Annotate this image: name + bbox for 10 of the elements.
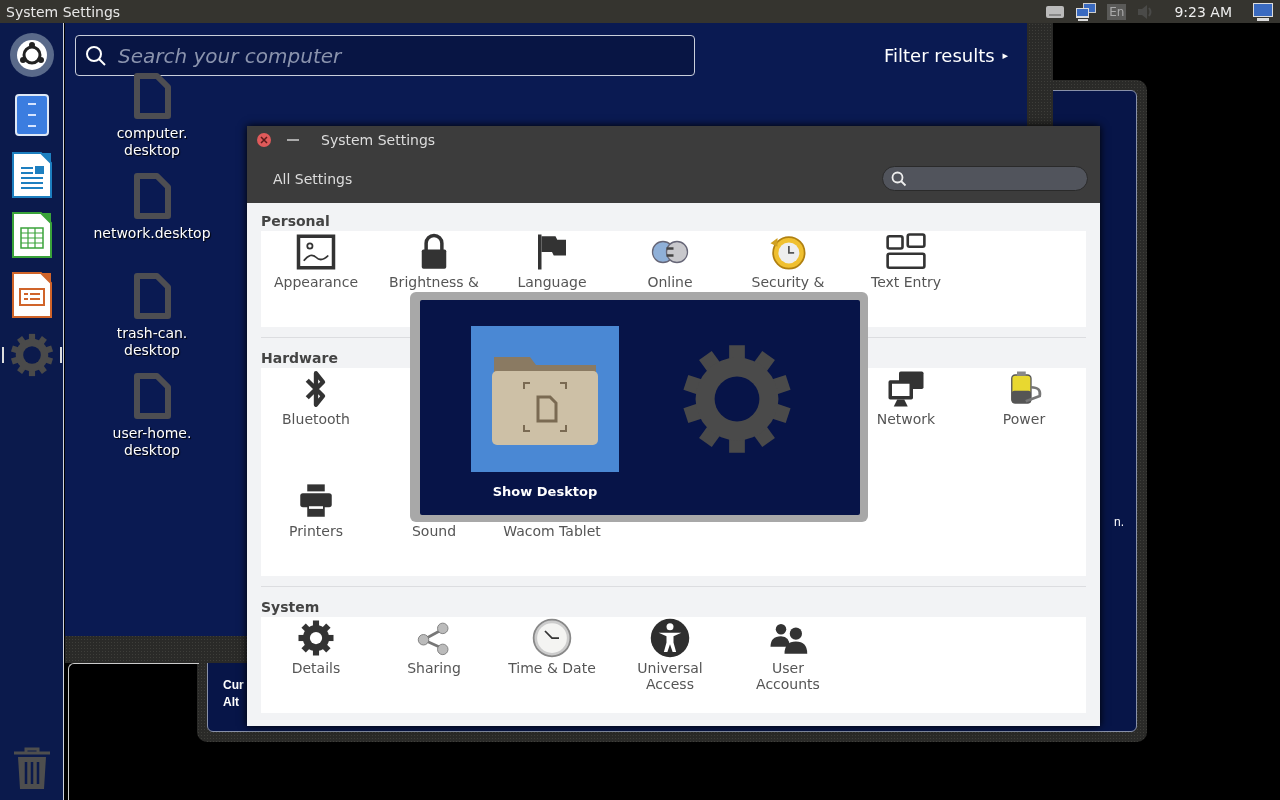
window-text: Cur — [223, 677, 244, 694]
section-heading: System — [261, 599, 321, 615]
window-title: System Settings — [321, 132, 436, 148]
switcher-label: Show Desktop — [492, 484, 598, 499]
window-text: Alt — [223, 694, 240, 711]
arrow-icon: ▸ — [1002, 49, 1009, 62]
section-heading: Personal — [261, 213, 331, 229]
window-title: System Settings — [6, 3, 122, 20]
section-heading: Hardware — [261, 350, 339, 366]
window-text: n. — [1114, 514, 1124, 531]
